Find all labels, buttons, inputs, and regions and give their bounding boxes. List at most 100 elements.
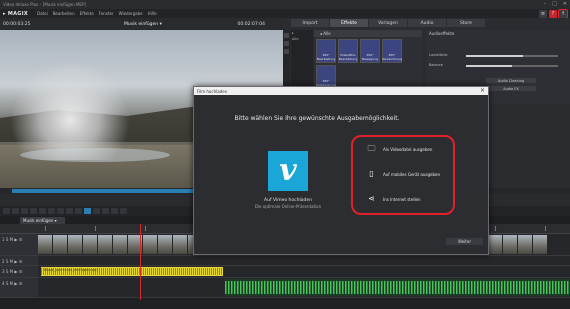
timeline-scrollbar[interactable] (0, 300, 570, 309)
option-label: Als Videodatei ausgeben (383, 146, 433, 152)
tab-effekte[interactable]: Effekte (330, 19, 368, 27)
side-icon[interactable] (284, 41, 289, 46)
effect-tile[interactable]: 360° Bearbeitung (316, 39, 336, 63)
output-options-highlight: 🗀 Als Videodatei ausgeben ▯ Auf mobiles … (351, 135, 455, 215)
balance-label: Balance (429, 63, 443, 67)
tool-button[interactable] (93, 208, 100, 214)
music-clip-2[interactable] (225, 279, 570, 296)
dialog-title: Film hochladen (197, 88, 228, 94)
tab-audio[interactable]: Audio (408, 19, 446, 27)
menu-fenster[interactable]: Fenster (99, 11, 114, 16)
track-number: 2 (2, 259, 5, 264)
close-window-button[interactable]: ✕ (563, 1, 567, 7)
video-thumbnail (158, 235, 172, 254)
tool-button[interactable] (111, 208, 118, 214)
audio-fx-button[interactable]: Audio FX (486, 86, 536, 91)
tool-button[interactable] (21, 208, 28, 214)
audio-cleaning-button[interactable]: Audio Cleaning (486, 78, 536, 83)
tool-button[interactable] (48, 208, 55, 214)
tool-button[interactable] (12, 208, 19, 214)
upload-icon[interactable]: ↑ (558, 8, 568, 19)
magix-logo: ▸ MAGIX (3, 10, 29, 17)
next-button[interactable]: Weiter (446, 238, 483, 245)
track-controls[interactable]: S M ▶ ☰ (6, 269, 22, 274)
dialog-close-icon[interactable]: × (480, 87, 485, 95)
menu-hilfe[interactable]: Hilfe (148, 11, 157, 16)
vimeo-upload-button[interactable]: v (268, 151, 308, 191)
music-waveform (41, 268, 223, 275)
publish-internet-option[interactable]: ⋖ Ins Internet stellen (367, 194, 421, 203)
effect-tile[interactable]: 360° Verzeichnung (382, 39, 402, 63)
export-video-file-option[interactable]: 🗀 Als Videodatei ausgeben (367, 144, 433, 153)
vimeo-icon: v (279, 153, 297, 188)
menu-effekte[interactable]: Effekte (80, 11, 94, 16)
help-icon[interactable]: ? (549, 9, 557, 18)
vimeo-sublabel: Die optimale Online-Präsentation (254, 204, 322, 209)
track-controls[interactable]: S M ▶ ☰ (6, 237, 22, 242)
music-track[interactable]: 3 S M ▶ ☰ Musik_vorrechts_einfügen.mp3 (0, 266, 570, 278)
monitor-title[interactable]: Musik einfügen ▾ (124, 22, 162, 27)
tool-button[interactable] (57, 208, 64, 214)
effect-tile[interactable]: 360° Bewegung (360, 39, 380, 63)
effect-tile[interactable]: Video/Bild-Bearbeitung (338, 39, 358, 63)
video-thumbnail (173, 235, 187, 254)
folder-icon: 🗀 (367, 144, 376, 153)
effect-tile-label: Video/Bild-Bearbeitung (338, 53, 358, 61)
music-track-2[interactable]: 4 S M ▶ ☰ (0, 278, 570, 298)
track-header: 3 S M ▶ ☰ (0, 266, 38, 277)
balance-slider-fill (466, 65, 512, 67)
effect-grid-header[interactable]: ◂ Alle (314, 30, 422, 37)
video-thumbnail (53, 235, 67, 254)
menu-wiedergabe[interactable]: Wiedergabe (119, 11, 143, 16)
menu-bearbeiten[interactable]: Bearbeiten (53, 11, 75, 16)
video-thumbnail (533, 235, 547, 254)
dialog-question: Bitte wählen Sie Ihre gewünschte Ausgabe… (234, 115, 400, 122)
vimeo-label[interactable]: Auf Vimeo hochladen (238, 198, 338, 203)
playhead[interactable] (140, 224, 141, 300)
side-icon[interactable] (284, 49, 289, 54)
mouse-mode-button[interactable] (84, 208, 91, 214)
balance-slider[interactable] (466, 65, 558, 67)
ruler-tick (145, 226, 167, 231)
menu-bar: ▸ MAGIX Datei Bearbeiten Effekte Fenster… (0, 9, 570, 18)
minimize-button[interactable]: – (544, 1, 547, 7)
menu-icon[interactable]: ≡ (539, 9, 547, 18)
video-thumbnail (488, 235, 502, 254)
track-controls[interactable]: S M ▶ ☰ (6, 259, 22, 264)
tab-import[interactable]: Import (291, 19, 329, 27)
music-clip[interactable]: Musik_vorrechts_einfügen.mp3 (41, 267, 223, 276)
track-controls[interactable]: S M ▶ ☰ (6, 281, 22, 286)
tool-button[interactable] (120, 208, 127, 214)
tool-button[interactable] (102, 208, 109, 214)
track-number: 1 (2, 237, 5, 242)
share-icon: ⋖ (368, 194, 375, 203)
track-header: 1 S M ▶ ☰ (0, 234, 38, 255)
track-number: 3 (2, 269, 5, 274)
tab-store[interactable]: Store (447, 19, 485, 27)
video-thumbnail (503, 235, 517, 254)
sequence-tab[interactable]: Musik einfügen ▾ (20, 217, 65, 224)
tool-button[interactable] (3, 208, 10, 214)
maximize-button[interactable]: □ (552, 1, 557, 7)
menu-datei[interactable]: Datei (37, 11, 48, 16)
side-icon[interactable] (284, 33, 289, 38)
app-window: Video deluxe Plus – [Musik einfügen.MEP]… (0, 0, 570, 309)
volume-slider-fill (466, 55, 524, 57)
track-number: 4 (2, 281, 5, 286)
track-header: 2 S M ▶ ☰ (0, 256, 38, 265)
mobile-device-icon: ▯ (369, 169, 374, 178)
tool-button[interactable] (66, 208, 73, 214)
window-controls: – □ ✕ (544, 1, 567, 7)
export-mobile-option[interactable]: ▯ Auf mobiles Gerät ausgeben (367, 170, 440, 178)
top-right-icons: ≡ ? ↑ (539, 8, 568, 19)
option-label: Ins Internet stellen (383, 196, 421, 202)
audio-track[interactable]: 2 S M ▶ ☰ (0, 256, 570, 266)
tool-button[interactable] (39, 208, 46, 214)
volume-slider[interactable] (466, 55, 558, 57)
dialog-title-bar: Film hochladen × (194, 87, 488, 95)
tab-vorlagen[interactable]: Vorlagen (369, 19, 407, 27)
category-alle[interactable]: Alle (291, 36, 313, 42)
tool-button[interactable] (30, 208, 37, 214)
tool-button[interactable] (75, 208, 82, 214)
ruler-tick (95, 226, 117, 231)
